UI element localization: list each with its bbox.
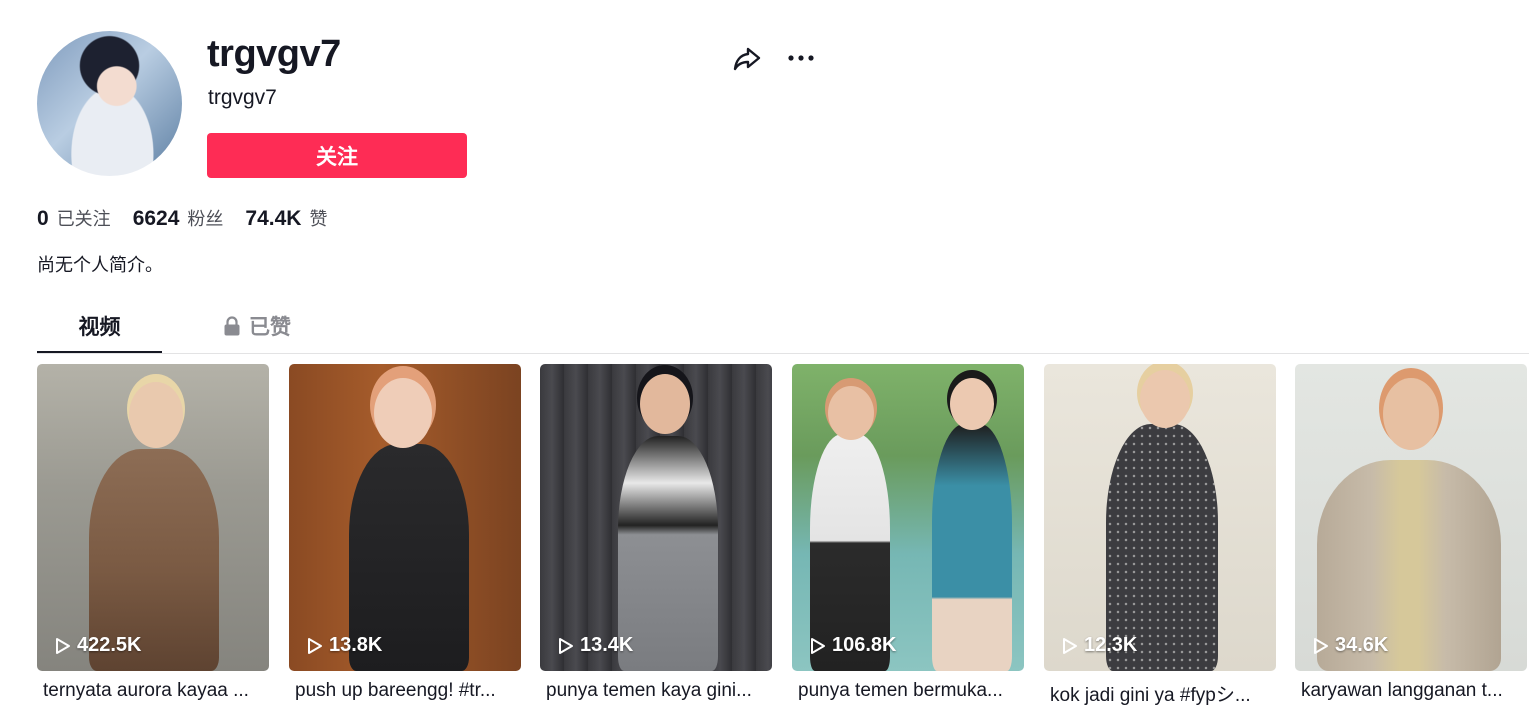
profile-tabs: 视频 已赞 [37,300,1529,354]
video-card[interactable]: 13.8K push up bareengg! #tr... [289,364,521,704]
video-thumbnail[interactable]: 106.8K [792,364,1024,671]
video-grid: 422.5K ternyata aurora kayaa ... 13.8K p… [37,364,1529,716]
view-count-text: 34.6K [1335,634,1389,656]
following-count: 0 [37,207,49,230]
view-count-text: 422.5K [77,634,142,656]
share-icon[interactable] [731,43,763,75]
video-card[interactable]: 34.6K karyawan langganan t... [1295,364,1527,704]
video-caption[interactable]: karyawan langganan t... [1295,680,1527,702]
view-count-text: 106.8K [832,634,897,656]
followers-label: 粉丝 [187,209,224,230]
video-card[interactable]: 106.8K punya temen bermuka... [792,364,1024,704]
username: trgvgv7 [207,33,341,75]
thumbnail-figure [374,378,432,448]
video-thumbnail[interactable]: 13.8K [289,364,521,671]
view-count: 422.5K [55,634,142,657]
view-count: 12.3K [1062,634,1137,657]
thumbnail-figure [828,386,874,440]
nickname: trgvgv7 [208,86,277,109]
profile-stats: 0 已关注 6624 粉丝 74.4K 赞 [37,205,327,231]
view-count: 13.8K [307,634,382,657]
video-caption[interactable]: kok jadi gini ya #fypシ... [1044,680,1276,707]
play-icon [1063,637,1077,654]
video-thumbnail[interactable]: 34.6K [1295,364,1527,671]
video-thumbnail[interactable]: 13.4K [540,364,772,671]
view-count-text: 12.3K [1084,634,1138,656]
play-icon [811,637,825,654]
tab-liked[interactable]: 已赞 [202,300,312,352]
avatar[interactable] [37,31,182,176]
tab-videos[interactable]: 视频 [37,300,162,353]
view-count-text: 13.4K [580,634,634,656]
play-icon [308,637,322,654]
likes-count: 74.4K [245,207,302,230]
video-card[interactable]: 13.4K punya temen kaya gini... [540,364,772,704]
view-count: 34.6K [1313,634,1388,657]
view-count: 13.4K [558,634,633,657]
bio-text: 尚无个人简介。 [37,255,163,276]
likes-label: 赞 [309,209,328,230]
lock-icon [224,316,240,336]
video-thumbnail[interactable]: 12.3K [1044,364,1276,671]
play-icon [559,637,573,654]
followers-count: 6624 [132,207,180,230]
video-caption[interactable]: punya temen kaya gini... [540,680,772,702]
play-icon [56,637,70,654]
follow-button[interactable]: 关注 [207,133,467,178]
video-card[interactable]: 12.3K kok jadi gini ya #fypシ... [1044,364,1276,707]
video-caption[interactable]: punya temen bermuka... [792,680,1024,702]
likes-stat: 74.4K 赞 [245,205,327,231]
followers-stat[interactable]: 6624 粉丝 [133,205,224,231]
video-caption[interactable]: push up bareengg! #tr... [289,680,521,702]
view-count: 106.8K [810,634,897,657]
thumbnail-figure [950,378,994,430]
thumbnail-figure [129,382,183,448]
thumbnail-figure [1140,370,1190,428]
video-thumbnail[interactable]: 422.5K [37,364,269,671]
following-label: 已关注 [56,209,111,230]
play-icon [1314,637,1328,654]
profile-page: trgvgv7 trgvgv7 关注 0 已关注 6624 粉丝 74.4K 赞… [0,0,1529,716]
more-icon[interactable] [786,45,816,71]
tab-liked-label: 已赞 [249,315,291,339]
thumbnail-figure [640,374,690,434]
view-count-text: 13.8K [329,634,383,656]
video-caption[interactable]: ternyata aurora kayaa ... [37,680,269,702]
thumbnail-figure [932,424,1012,671]
thumbnail-figure [1383,378,1439,450]
tab-videos-label: 视频 [78,315,121,339]
video-card[interactable]: 422.5K ternyata aurora kayaa ... [37,364,269,704]
following-stat[interactable]: 0 已关注 [37,205,111,231]
